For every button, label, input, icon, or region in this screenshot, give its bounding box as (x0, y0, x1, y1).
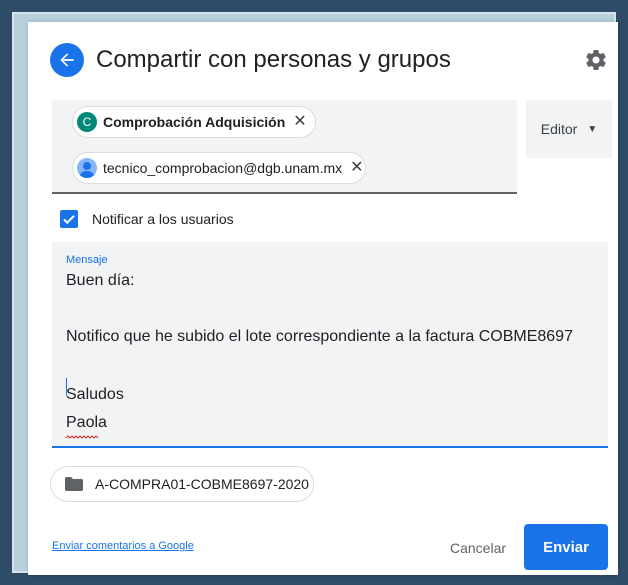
message-line: Buen día: (66, 272, 135, 289)
notify-option: Notificar a los usuarios (60, 208, 234, 230)
arrow-back-icon (60, 53, 74, 67)
cancel-button[interactable]: Cancelar (442, 530, 514, 566)
close-icon[interactable]: ✕ (293, 114, 306, 130)
close-icon[interactable]: ✕ (350, 160, 363, 176)
feedback-link[interactable]: Enviar comentarios a Google (52, 540, 194, 552)
check-icon (63, 215, 75, 225)
role-label: Editor (540, 121, 578, 137)
recipient-label: Comprobación Adquisición (103, 114, 286, 130)
message-textarea[interactable]: Mensaje Buen día: Notifico que he subido… (52, 242, 608, 448)
recipient-chip[interactable]: C Comprobación Adquisición ✕ (72, 106, 316, 138)
message-label: Mensaje (66, 254, 108, 266)
role-dropdown[interactable]: Editor ▼ (526, 100, 612, 158)
notify-label: Notificar a los usuarios (92, 211, 234, 227)
recipient-label: tecnico_comprobacion@dgb.unam.mx (103, 160, 343, 176)
gear-icon[interactable] (584, 48, 608, 72)
share-dialog: Compartir con personas y grupos C Compro… (28, 22, 618, 575)
send-button[interactable]: Enviar (524, 524, 608, 570)
recipients-field[interactable]: C Comprobación Adquisición ✕ tecnico_com… (52, 100, 517, 194)
notify-checkbox[interactable] (60, 210, 78, 228)
dialog-title: Compartir con personas y grupos (96, 46, 451, 73)
person-avatar-icon (77, 158, 97, 178)
folder-icon (65, 477, 83, 491)
attachment-label: A-COMPRA01-COBME8697-2020 (95, 476, 309, 492)
group-avatar: C (77, 112, 97, 132)
message-line: Notifico que he subido el lote correspon… (66, 328, 573, 345)
chevron-down-icon: ▼ (587, 123, 598, 135)
spellcheck-underline (66, 435, 99, 439)
message-line: Paola (66, 414, 107, 431)
back-button[interactable] (50, 43, 84, 77)
recipient-chip[interactable]: tecnico_comprobacion@dgb.unam.mx ✕ (72, 152, 366, 184)
attachment-chip[interactable]: A-COMPRA01-COBME8697-2020 (50, 466, 314, 502)
dialog-header: Compartir con personas y grupos (28, 22, 618, 98)
message-line: Saludos (66, 386, 124, 403)
